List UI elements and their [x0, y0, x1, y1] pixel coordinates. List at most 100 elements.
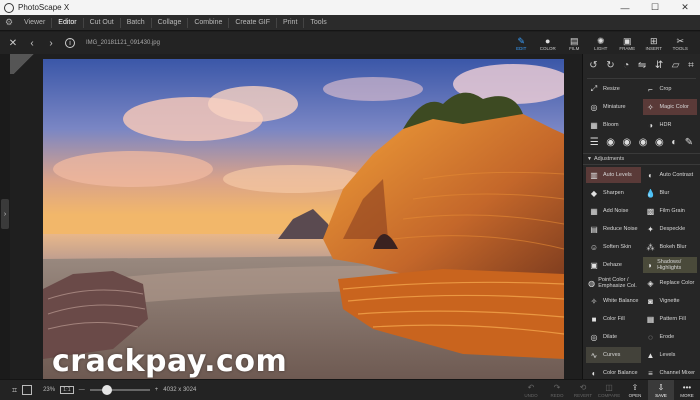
more-icon: •••: [682, 382, 692, 392]
image-canvas[interactable]: › crackpay.com: [0, 54, 582, 379]
menu-editor[interactable]: Editor: [52, 17, 84, 28]
film-grain-icon: ▩: [646, 206, 655, 216]
tool-dehaze[interactable]: ▣ Dehaze: [586, 257, 641, 273]
tool-blur[interactable]: 💧 Blur: [643, 185, 698, 201]
rotate-left-icon[interactable]: ↺: [589, 60, 597, 71]
transform-toolbar: ↺ ↻ ◔ ⇋ ⇵ ▱ ⌗: [583, 54, 700, 76]
histogram-icon[interactable]: ☰: [590, 137, 599, 148]
menu-batch[interactable]: Batch: [121, 17, 152, 28]
menu-combine[interactable]: Combine: [188, 17, 230, 28]
tool-bloom[interactable]: ▦ Bloom: [586, 117, 641, 133]
tool-resize[interactable]: ⤢ Resize: [586, 81, 641, 97]
pen-icon[interactable]: ✎: [685, 137, 693, 148]
expand-panel-handle[interactable]: ›: [1, 199, 9, 229]
tool-color-fill[interactable]: ■ Color Fill: [586, 311, 641, 327]
tab-color[interactable]: ● COLOR: [535, 32, 562, 54]
original-badge: [10, 54, 38, 74]
undo-button[interactable]: ↶ UNDO: [518, 383, 544, 398]
left-panel-toggle: ›: [0, 54, 10, 379]
tool-despeckle[interactable]: ✦ Despeckle: [643, 221, 698, 237]
actual-size-button[interactable]: 1:1: [60, 386, 74, 394]
redo-button[interactable]: ↷ REDO: [544, 383, 570, 398]
tool-replace-color[interactable]: ◈ Replace Color: [643, 275, 698, 291]
tool-shadows-highlights[interactable]: ◑ Shadows/ Highlights: [642, 257, 697, 273]
dehaze-icon: ▣: [590, 260, 598, 270]
title-bar: PhotoScape X — ☐ ✕: [0, 0, 700, 15]
tab-edit[interactable]: ✎ EDIT: [508, 32, 535, 54]
more-button[interactable]: ••• MORE: [674, 383, 700, 398]
tab-tools[interactable]: ✂ TOOLS: [667, 32, 694, 54]
maximize-button[interactable]: ☐: [640, 0, 670, 15]
open-button[interactable]: ⇪ OPEN: [622, 383, 648, 398]
tool-white-balance[interactable]: ✧ White Balance: [586, 293, 641, 309]
preset-4-icon[interactable]: ◉: [655, 137, 664, 148]
preset-2-icon[interactable]: ◉: [622, 137, 631, 148]
tab-frame[interactable]: ▣ FRAME: [614, 32, 641, 54]
tool-miniature[interactable]: ◎ Miniature: [586, 99, 641, 115]
perspective-icon[interactable]: ▱: [672, 60, 680, 71]
menu-collage[interactable]: Collage: [152, 17, 189, 28]
compare-button[interactable]: ◫ COMPARE: [596, 383, 622, 398]
revert-button[interactable]: ⟲ REVERT: [570, 383, 596, 398]
tool-erode[interactable]: ◌ Erode: [643, 329, 698, 345]
zoom-slider-knob[interactable]: [101, 385, 112, 395]
chevron-right-icon[interactable]: ›: [46, 38, 56, 49]
menu-create-gif[interactable]: Create GIF: [229, 17, 277, 28]
tool-point-color[interactable]: ◍ Point Color / Emphasize Col.: [586, 275, 641, 291]
flip-horizontal-icon[interactable]: ⇋: [638, 60, 646, 71]
preset-1-icon[interactable]: ◉: [606, 137, 615, 148]
tool-panel: ↺ ↻ ◔ ⇋ ⇵ ▱ ⌗ ⤢ Resize ⌐ Crop ◎ Miniature ✧…: [582, 54, 700, 379]
tab-light[interactable]: ✺ LIGHT: [588, 32, 615, 54]
chevron-left-icon[interactable]: ‹: [27, 38, 37, 49]
crop-icon: ⌐: [648, 84, 653, 94]
adjustments-header[interactable]: ▼ Adjustments: [583, 153, 700, 165]
tool-soften-skin[interactable]: ☺ Soften Skin: [586, 239, 641, 255]
tab-insert[interactable]: ⊞ INSERT: [641, 32, 668, 54]
tool-crop[interactable]: ⌐ Crop: [643, 81, 698, 97]
tool-add-noise[interactable]: ▦ Add Noise: [586, 203, 641, 219]
tool-curves[interactable]: ∿ Curves: [586, 347, 641, 363]
rotate-right-icon[interactable]: ↻: [606, 60, 614, 71]
tab-film[interactable]: ▤ FILM: [561, 32, 588, 54]
gear-icon[interactable]: ⚙: [0, 17, 18, 28]
replace-color-icon: ◈: [647, 278, 654, 288]
tool-vignette[interactable]: ◙ Vignette: [643, 293, 698, 309]
filter-presets: ☰ ◉ ◉ ◉ ◉ ◐ ✎: [583, 133, 700, 151]
lens-correction-icon[interactable]: ⌗: [688, 60, 694, 71]
tool-bokeh-blur[interactable]: ⁂ Bokeh Blur: [643, 239, 698, 255]
tool-magic-color[interactable]: ✧ Magic Color: [642, 99, 697, 115]
tool-hdr[interactable]: ◑ HDR: [643, 117, 698, 133]
tool-film-grain[interactable]: ▩ Film Grain: [643, 203, 698, 219]
menu-cut-out[interactable]: Cut Out: [84, 17, 121, 28]
info-icon[interactable]: i: [65, 38, 75, 48]
minimize-button[interactable]: —: [610, 0, 640, 15]
close-button[interactable]: ✕: [670, 0, 700, 15]
save-icon: ⇩: [657, 382, 665, 392]
tool-reduce-noise[interactable]: ▤ Reduce Noise: [586, 221, 641, 237]
flip-vertical-icon[interactable]: ⇵: [655, 60, 663, 71]
blur-icon: 💧: [645, 188, 656, 198]
tool-auto-levels[interactable]: ▥ Auto Levels: [586, 167, 641, 183]
menu-tools[interactable]: Tools: [304, 18, 332, 28]
image-dimensions: 4032 x 3024: [163, 387, 197, 393]
zoom-in-icon[interactable]: +: [155, 387, 159, 393]
tool-pattern-fill[interactable]: ▦ Pattern Fill: [643, 311, 698, 327]
close-image-icon[interactable]: ✕: [8, 38, 18, 49]
preset-3-icon[interactable]: ◉: [639, 137, 648, 148]
menu-print[interactable]: Print: [277, 17, 305, 28]
zoom-out-icon[interactable]: —: [79, 387, 85, 393]
preset-5-icon[interactable]: ◐: [671, 137, 677, 148]
save-button[interactable]: ⇩ SAVE: [648, 380, 674, 400]
menu-viewer[interactable]: Viewer: [18, 17, 53, 28]
open-icon: ⇪: [631, 382, 639, 392]
tool-levels[interactable]: ▲ Levels: [643, 347, 698, 363]
straighten-icon[interactable]: ◔: [623, 60, 629, 71]
grid-icon[interactable]: ⌗: [12, 385, 17, 396]
tool-dilate[interactable]: ◎ Dilate: [586, 329, 641, 345]
status-bar: ⌗ 23% 1:1 — + 4032 x 3024 ↶ UNDO ↷ REDO ⟲ R…: [0, 379, 700, 400]
tool-auto-contrast[interactable]: ◐ Auto Contrast: [643, 167, 698, 183]
tool-sharpen[interactable]: ◆ Sharpen: [586, 185, 641, 201]
fit-icon[interactable]: [22, 385, 33, 395]
zoom-slider[interactable]: [89, 385, 150, 395]
edit-icon: ✎: [517, 35, 526, 46]
